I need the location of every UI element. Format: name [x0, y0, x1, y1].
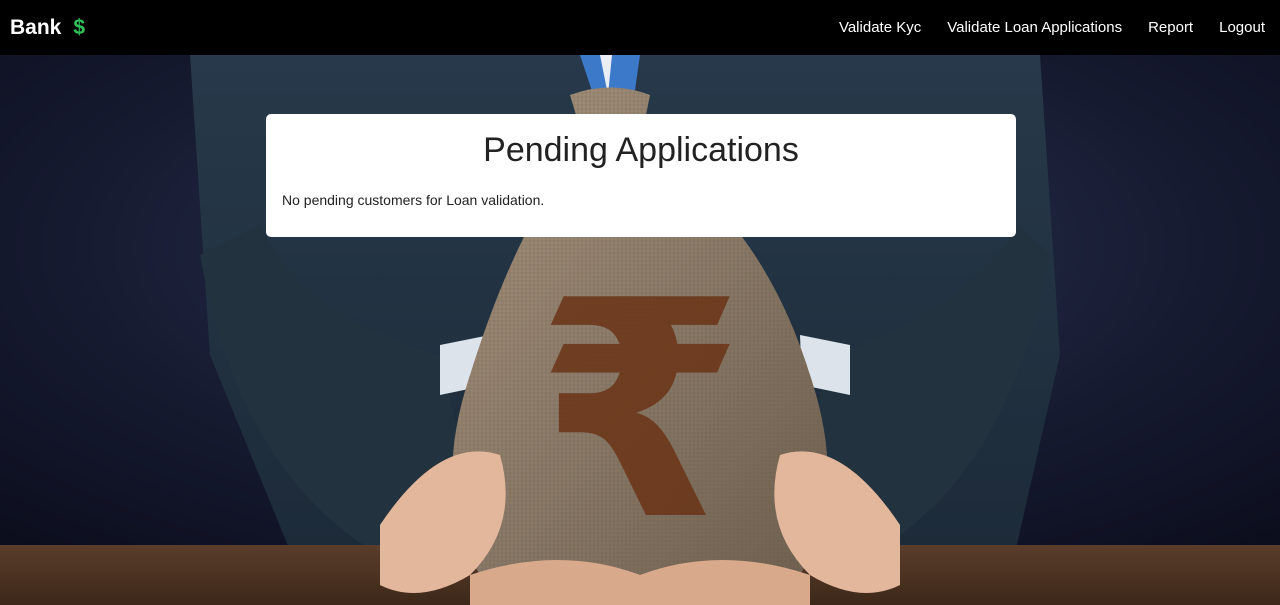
nav-validate-loan-applications[interactable]: Validate Loan Applications: [947, 19, 1122, 36]
navbar: Bank $ Validate Kyc Validate Loan Applic…: [0, 0, 1280, 55]
nav-logout[interactable]: Logout: [1219, 19, 1265, 36]
dollar-icon: $: [73, 15, 86, 39]
nav-validate-kyc[interactable]: Validate Kyc: [839, 19, 921, 36]
empty-state-message: No pending customers for Loan validation…: [282, 192, 545, 208]
rupee-icon: ₹: [536, 237, 745, 586]
brand-logo[interactable]: Bank $: [10, 16, 85, 40]
nav-report[interactable]: Report: [1148, 19, 1193, 36]
nav-links: Validate Kyc Validate Loan Applications …: [813, 19, 1265, 36]
pending-applications-card: Pending Applications No pending customer…: [266, 114, 1016, 237]
page-title: Pending Applications: [483, 131, 799, 169]
brand-name[interactable]: Bank: [10, 16, 61, 40]
